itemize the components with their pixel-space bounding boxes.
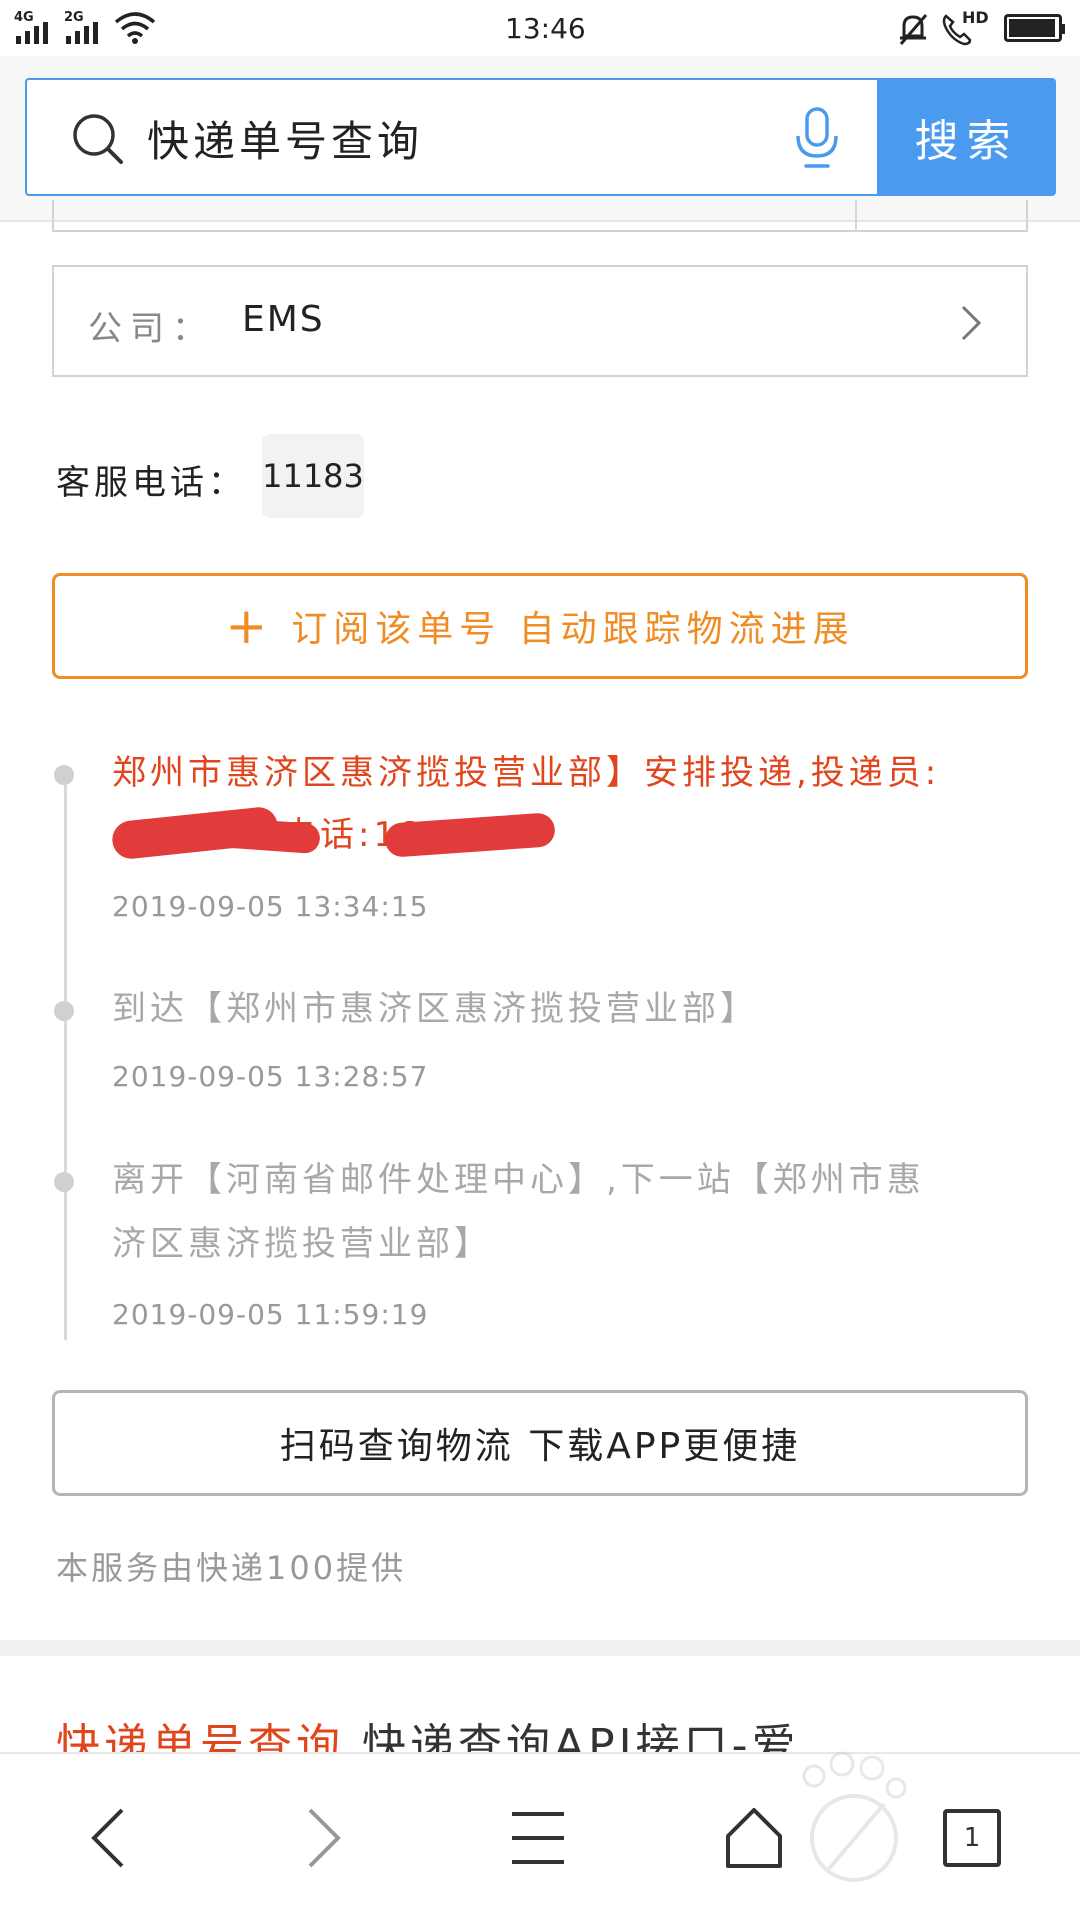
tracking-number-field[interactable]	[52, 200, 1028, 232]
mute-bell-icon	[899, 14, 928, 45]
status-bar: 4G 2G 13:46 HD	[0, 0, 1080, 56]
home-icon	[726, 1808, 782, 1868]
hamburger-menu-icon	[512, 1812, 564, 1864]
timeline-dot	[54, 1001, 74, 1021]
timeline-track	[64, 770, 67, 1340]
search-input[interactable]	[147, 100, 787, 176]
microphone-icon[interactable]	[792, 106, 842, 170]
result-title-rest: 快递查询API接口-爱	[344, 1720, 800, 1754]
back-button[interactable]	[48, 1790, 168, 1886]
company-value: EMS	[242, 299, 325, 340]
search-icon	[73, 114, 123, 164]
battery-icon	[1004, 14, 1065, 42]
search-header: 搜索	[0, 56, 1080, 222]
timeline-event-time: 2019-09-05 13:28:57	[112, 1060, 429, 1093]
provider-note: 本服务由快递100提供	[56, 1549, 407, 1587]
timeline-event-time: 2019-09-05 11:59:19	[112, 1298, 429, 1331]
paw-watermark-icon	[792, 1746, 912, 1896]
search-button[interactable]: 搜索	[877, 78, 1056, 196]
hd-label: HD	[962, 8, 989, 27]
timeline-dot	[54, 1172, 74, 1192]
forward-button[interactable]	[264, 1790, 384, 1886]
chevron-right-icon	[308, 1808, 341, 1868]
clock: 13:46	[505, 12, 586, 45]
download-app-button[interactable]: 扫码查询物流 下载APP更便捷	[52, 1390, 1028, 1496]
bottom-navigation: 1	[0, 1751, 1080, 1920]
service-phone-number[interactable]: 11183	[262, 434, 364, 518]
plus-icon: +	[225, 597, 268, 655]
cell-signal-4g-icon: 4G	[14, 10, 58, 44]
timeline-dot	[54, 765, 74, 785]
field-divider	[855, 200, 857, 232]
service-phone-label: 客服电话：	[56, 463, 246, 503]
timeline-event-text: 郑州市惠济区惠济揽投营业部】安排投递,投递员:	[112, 753, 941, 793]
tab-count-icon: 1	[943, 1809, 1001, 1867]
chevron-left-icon	[91, 1808, 124, 1868]
timeline-event-text: 济区惠济揽投营业部】	[112, 1224, 492, 1264]
timeline-event-time: 2019-09-05 13:34:15	[112, 890, 429, 923]
timeline-event-text: 到达【郑州市惠济区惠济揽投营业部】	[112, 989, 758, 1029]
search-box[interactable]	[25, 78, 878, 196]
timeline-event-text: 离开【河南省邮件处理中心】,下一站【郑州市惠	[112, 1160, 925, 1200]
subscribe-button[interactable]: + 订阅该单号 自动跟踪物流进展	[52, 573, 1028, 679]
subscribe-label: 订阅该单号 自动跟踪物流进展	[291, 609, 855, 650]
chevron-right-icon	[961, 305, 982, 341]
cell-signal-2g-icon: 2G	[64, 10, 108, 44]
company-label: 公司：	[88, 309, 214, 349]
wifi-icon	[114, 12, 156, 44]
company-selector[interactable]: 公司： EMS	[52, 265, 1028, 377]
section-divider	[0, 1640, 1080, 1656]
tabs-button[interactable]: 1	[912, 1790, 1032, 1886]
result-highlight: 快递单号查询	[56, 1720, 344, 1754]
menu-button[interactable]	[478, 1790, 598, 1886]
tab-count: 1	[963, 1823, 981, 1853]
